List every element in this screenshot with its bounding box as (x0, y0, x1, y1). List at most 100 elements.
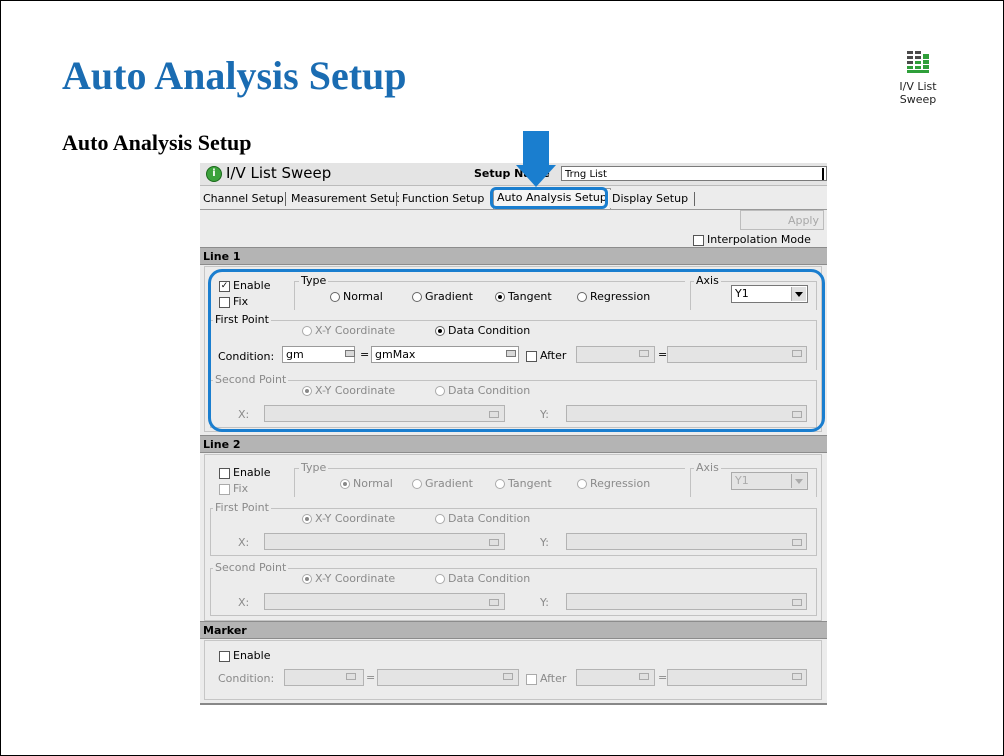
line2-enable-checkbox[interactable] (219, 467, 230, 479)
radio-icon[interactable] (412, 479, 422, 489)
line1-first-xy[interactable]: X-Y Coordinate (302, 324, 395, 337)
radio-icon[interactable] (435, 574, 445, 584)
radio-selected-icon[interactable] (495, 292, 505, 302)
list-sweep-icon[interactable] (906, 50, 930, 74)
line1-after-option[interactable]: After (526, 349, 566, 362)
radio-selected-icon[interactable] (340, 479, 350, 489)
line2-enable-option[interactable]: Enable (219, 466, 270, 479)
line1-fix-checkbox[interactable] (219, 296, 230, 308)
line1-type-normal-label: Normal (343, 290, 383, 303)
line2-first-y-input[interactable] (566, 533, 807, 550)
line1-second-y-input[interactable] (566, 405, 807, 422)
line2-second-x-input[interactable] (264, 593, 505, 610)
line1-type-regression-label: Regression (590, 290, 651, 303)
line2-axis-select[interactable]: Y1 (731, 472, 808, 490)
line2-first-x-input[interactable] (264, 533, 505, 550)
setup-name-input[interactable]: Trng List (561, 166, 827, 181)
line2-type-regression[interactable]: Regression (577, 477, 650, 490)
line1-type-label: Type (299, 274, 329, 287)
keyboard-icon[interactable] (639, 350, 649, 357)
marker-after-option[interactable]: After (526, 672, 566, 685)
keyboard-icon[interactable] (506, 350, 516, 357)
keyboard-icon[interactable] (489, 539, 499, 546)
radio-selected-icon[interactable] (435, 326, 445, 336)
line1-after-value-input[interactable] (667, 346, 807, 363)
line1-type-regression[interactable]: Regression (577, 290, 650, 303)
chevron-down-icon[interactable] (791, 474, 806, 488)
keyboard-icon[interactable] (792, 350, 802, 357)
line1-second-y-label: Y: (540, 408, 549, 421)
line2-fix-checkbox[interactable] (219, 483, 230, 495)
line2-second-xy[interactable]: X-Y Coordinate (302, 572, 395, 585)
interpolation-mode-checkbox[interactable] (693, 234, 704, 246)
keyboard-icon[interactable] (792, 599, 802, 606)
radio-icon[interactable] (495, 479, 505, 489)
line1-enable-option[interactable]: ✓ Enable (219, 279, 270, 292)
line1-first-datacond[interactable]: Data Condition (435, 324, 530, 337)
tab-measurement-setup[interactable]: Measurement Setup (288, 190, 406, 208)
line2-first-datacond[interactable]: Data Condition (435, 512, 530, 525)
line1-axis-label: Axis (694, 274, 721, 287)
line1-condition-value-input[interactable]: gmMax (371, 346, 519, 363)
tab-function-setup[interactable]: Function Setup (399, 190, 488, 208)
radio-icon[interactable] (330, 292, 340, 302)
tab-display-setup[interactable]: Display Setup (609, 190, 692, 208)
interpolation-mode-option[interactable]: Interpolation Mode (693, 233, 811, 246)
line2-type-tangent[interactable]: Tangent (495, 477, 552, 490)
line2-type-gradient[interactable]: Gradient (412, 477, 473, 490)
apply-button[interactable]: Apply (740, 210, 824, 230)
tab-channel-setup[interactable]: Channel Setup (200, 190, 287, 208)
line2-first-xy[interactable]: X-Y Coordinate (302, 512, 395, 525)
info-icon: i (206, 166, 222, 182)
line1-after-checkbox[interactable] (526, 350, 537, 362)
radio-selected-icon[interactable] (302, 514, 312, 524)
radio-icon[interactable] (435, 386, 445, 396)
line2-type-normal[interactable]: Normal (340, 477, 393, 490)
tab-separator (396, 192, 397, 206)
window-title-row: i I/V List Sweep Setup Name Trng List (200, 163, 827, 186)
line2-second-datacond-label: Data Condition (448, 572, 531, 585)
keyboard-icon[interactable] (346, 673, 356, 680)
line2-second-datacond[interactable]: Data Condition (435, 572, 530, 585)
line1-second-xy[interactable]: X-Y Coordinate (302, 384, 395, 397)
equals-sign: = (366, 671, 376, 684)
marker-after-value-input[interactable] (667, 669, 807, 686)
keyboard-icon[interactable] (639, 673, 649, 680)
keyboard-icon[interactable] (489, 599, 499, 606)
radio-icon[interactable] (412, 292, 422, 302)
keyboard-icon[interactable] (345, 350, 355, 357)
radio-selected-icon[interactable] (302, 386, 312, 396)
slide-subtitle: Auto Analysis Setup (62, 130, 252, 155)
line1-second-datacond[interactable]: Data Condition (435, 384, 530, 397)
equals-sign: = (360, 348, 370, 361)
line2-fix-option[interactable]: Fix (219, 482, 248, 495)
marker-condition-value-input[interactable] (377, 669, 519, 686)
line1-enable-checkbox[interactable]: ✓ (219, 280, 230, 292)
line1-axis-select[interactable]: Y1 (731, 285, 808, 303)
radio-icon[interactable] (302, 326, 312, 336)
line2-second-y-input[interactable] (566, 593, 807, 610)
marker-enable-option[interactable]: Enable (219, 649, 270, 662)
setup-window: i I/V List Sweep Setup Name Trng List Ch… (200, 163, 827, 705)
radio-icon[interactable] (577, 292, 587, 302)
line1-type-tangent-label: Tangent (508, 290, 552, 303)
chevron-down-icon[interactable] (791, 287, 806, 301)
line1-type-tangent[interactable]: Tangent (495, 290, 552, 303)
marker-after-checkbox[interactable] (526, 673, 537, 685)
line1-second-x-input[interactable] (264, 405, 505, 422)
tab-auto-analysis-setup[interactable]: Auto Analysis Setup (493, 188, 611, 209)
marker-enable-checkbox[interactable] (219, 650, 230, 662)
radio-selected-icon[interactable] (302, 574, 312, 584)
radio-icon[interactable] (435, 514, 445, 524)
line1-fix-option[interactable]: Fix (219, 295, 248, 308)
tab-separator (694, 192, 695, 206)
line1-type-normal[interactable]: Normal (330, 290, 383, 303)
line1-type-gradient[interactable]: Gradient (412, 290, 473, 303)
radio-icon[interactable] (577, 479, 587, 489)
keyboard-icon[interactable] (503, 673, 513, 680)
keyboard-icon[interactable] (792, 411, 802, 418)
keyboard-icon[interactable] (792, 539, 802, 546)
keyboard-icon[interactable] (489, 411, 499, 418)
tab-separator (285, 192, 286, 206)
keyboard-icon[interactable] (792, 673, 802, 680)
